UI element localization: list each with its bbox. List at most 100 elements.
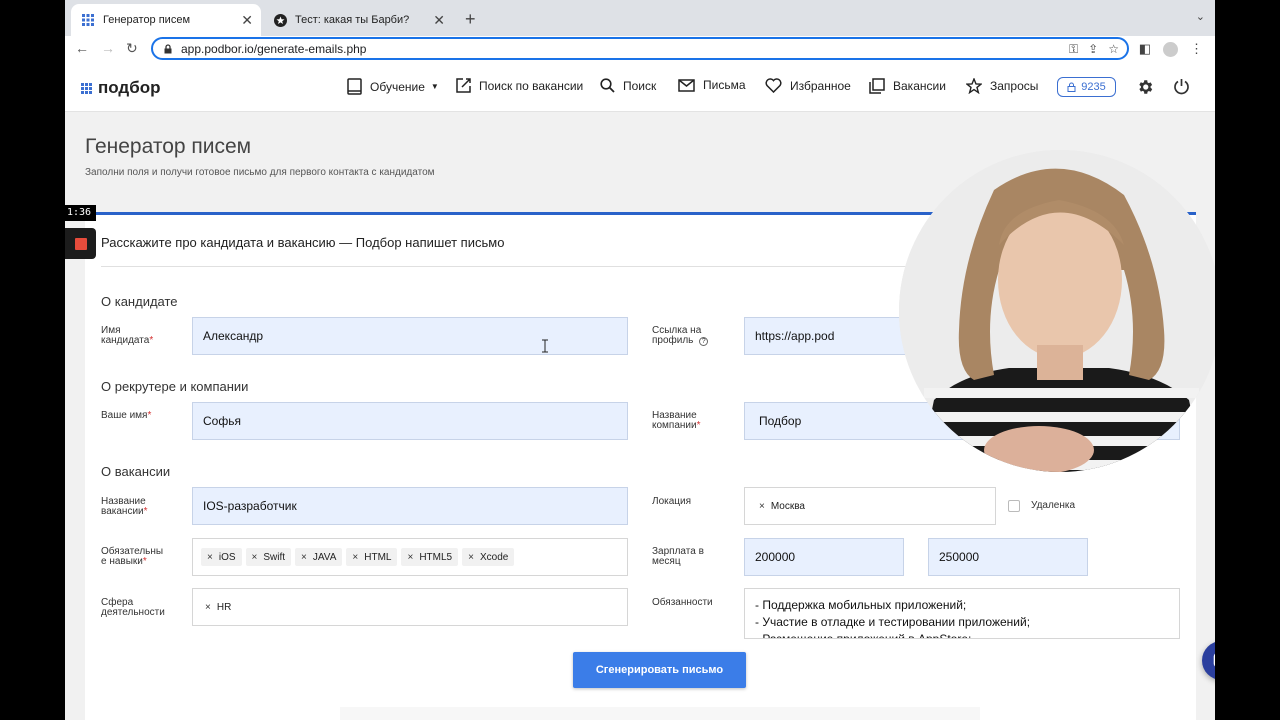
nav-search-by-vacancy[interactable]: Поиск по вакансии bbox=[456, 78, 583, 93]
skills-label: Обязательны е навыки* bbox=[101, 546, 164, 567]
logo-grid-icon bbox=[81, 82, 92, 94]
copy-icon bbox=[869, 78, 885, 94]
candidate-name-input[interactable]: Александр bbox=[192, 317, 628, 355]
logo-text: подбор bbox=[98, 78, 161, 97]
chat-icon bbox=[1213, 652, 1215, 667]
webcam-overlay bbox=[899, 150, 1215, 472]
back-icon[interactable]: ← bbox=[75, 40, 89, 56]
section-recruiter: О рекрутере и компании bbox=[101, 379, 249, 394]
external-edit-icon bbox=[456, 78, 471, 93]
candidate-name-label: Имя кандидата* bbox=[101, 325, 154, 346]
skill-tag[interactable]: × iOS bbox=[201, 548, 242, 566]
stop-recording-button[interactable] bbox=[65, 228, 96, 259]
nav-requests[interactable]: Запросы bbox=[966, 78, 1038, 94]
nav-label: Обучение bbox=[370, 79, 425, 94]
remove-tag-icon[interactable]: × bbox=[468, 552, 474, 563]
remote-checkbox[interactable] bbox=[1008, 500, 1020, 512]
credits-badge[interactable]: 9235 bbox=[1057, 77, 1116, 97]
generate-email-button[interactable]: Сгенерировать письмо bbox=[573, 652, 746, 688]
profile-link-label: Ссылка на профиль ? bbox=[652, 326, 732, 346]
tab-title: Генератор писем bbox=[103, 14, 191, 26]
card-title: Расскажите про кандидата и вакансию — По… bbox=[101, 235, 505, 250]
remove-tag-icon[interactable]: × bbox=[301, 552, 307, 563]
share-icon[interactable]: ⇪ bbox=[1088, 42, 1098, 57]
remove-tag-icon[interactable]: × bbox=[252, 552, 258, 563]
close-tab-icon[interactable]: ✕ bbox=[433, 12, 445, 29]
reload-icon[interactable]: ↻ bbox=[126, 40, 138, 57]
key-icon[interactable]: ⚿ bbox=[1069, 42, 1078, 57]
location-tag[interactable]: × Москва bbox=[755, 497, 811, 515]
recording-timer: 1:36 bbox=[0, 205, 96, 221]
tab-search-chevron-icon[interactable]: ⌄ bbox=[1196, 10, 1205, 23]
skill-tag[interactable]: × JAVA bbox=[295, 548, 343, 566]
skill-tag[interactable]: × HTML bbox=[346, 548, 398, 566]
remove-tag-icon[interactable]: × bbox=[205, 602, 211, 613]
site-header: подбор Обучение ▼ Поиск по вакансии Поис… bbox=[65, 62, 1215, 112]
salary-from-input[interactable]: 200000 bbox=[744, 538, 904, 576]
section-vacancy: О вакансии bbox=[101, 464, 171, 479]
salary-label: Зарплата в месяц bbox=[652, 546, 704, 567]
remove-tag-icon[interactable]: × bbox=[352, 552, 358, 563]
your-name-input[interactable]: Софья bbox=[192, 402, 628, 440]
star-badge-favicon-icon bbox=[273, 13, 287, 27]
remove-tag-icon[interactable]: × bbox=[207, 552, 213, 563]
tab-barbie-test[interactable]: Тест: какая ты Барби? ✕ bbox=[263, 4, 453, 36]
nav-label: Вакансии bbox=[893, 79, 946, 93]
nav-favorites[interactable]: Избранное bbox=[765, 78, 851, 93]
salary-to-input[interactable]: 250000 bbox=[928, 538, 1088, 576]
skills-select[interactable]: × iOS × Swift × JAVA × HTML × HTML5 × Xcode bbox=[192, 538, 628, 576]
lock-icon bbox=[164, 43, 172, 53]
nav-label: Поиск bbox=[623, 78, 657, 93]
nav-label: Запросы bbox=[990, 79, 1039, 93]
text-cursor-icon bbox=[542, 339, 548, 353]
tab-generator[interactable]: Генератор писем ✕ bbox=[71, 4, 261, 36]
nav-letters[interactable]: Письма bbox=[678, 78, 746, 92]
duties-label: Обязанности bbox=[652, 597, 713, 608]
duties-textarea[interactable]: - Поддержка мобильных приложений; - Учас… bbox=[744, 588, 1180, 639]
search-icon bbox=[600, 78, 615, 93]
caret-down-icon: ▼ bbox=[430, 82, 439, 91]
bookmark-star-icon[interactable]: ☆ bbox=[1108, 42, 1119, 57]
skill-tag[interactable]: × HTML5 bbox=[401, 548, 459, 566]
star-icon bbox=[966, 78, 982, 94]
chat-widget-button[interactable] bbox=[1202, 641, 1215, 680]
company-name-label: Название компании* bbox=[652, 410, 701, 431]
forward-icon[interactable]: → bbox=[101, 40, 115, 56]
help-circle-icon[interactable]: ? bbox=[699, 337, 709, 346]
presenter-video-image bbox=[899, 150, 1215, 472]
section-candidate: О кандидате bbox=[101, 294, 178, 309]
sphere-tag[interactable]: × HR bbox=[201, 598, 237, 616]
book-icon bbox=[347, 78, 362, 95]
url-input[interactable]: app.podbor.io/generate-emails.php ⚿ ⇪ ☆ bbox=[151, 37, 1129, 60]
stop-icon bbox=[74, 237, 87, 250]
close-tab-icon[interactable]: ✕ bbox=[241, 12, 253, 29]
skill-tag[interactable]: × Swift bbox=[245, 548, 292, 566]
sphere-label: Сфера деятельности bbox=[101, 597, 165, 618]
remove-tag-icon[interactable]: × bbox=[759, 501, 765, 512]
nav-search[interactable]: Поиск bbox=[600, 78, 656, 93]
nav-label: Поиск по вакансии bbox=[479, 78, 584, 93]
location-select[interactable]: × Москва bbox=[744, 487, 996, 525]
nav-label: Письма bbox=[703, 78, 746, 92]
profile-avatar-icon[interactable] bbox=[1163, 41, 1178, 57]
your-name-label: Ваше имя* bbox=[101, 410, 152, 421]
logo[interactable]: подбор bbox=[81, 78, 161, 98]
gear-icon[interactable] bbox=[1136, 78, 1154, 96]
more-menu-icon[interactable]: ⋮ bbox=[1190, 41, 1203, 57]
result-area bbox=[340, 707, 980, 720]
nav-vacancies[interactable]: Вакансии bbox=[869, 78, 946, 94]
power-icon[interactable] bbox=[1173, 78, 1190, 95]
tab-title: Тест: какая ты Барби? bbox=[295, 14, 410, 26]
podbor-favicon-icon bbox=[81, 13, 95, 27]
remove-tag-icon[interactable]: × bbox=[407, 552, 413, 563]
page-title: Генератор писем bbox=[85, 135, 252, 158]
heart-icon bbox=[765, 78, 782, 93]
new-tab-icon[interactable]: + bbox=[465, 9, 476, 30]
browser-window: Генератор писем ✕ Тест: какая ты Барби? … bbox=[65, 0, 1215, 720]
side-panel-icon[interactable]: ◧ bbox=[1139, 41, 1151, 57]
nav-learning[interactable]: Обучение ▼ bbox=[347, 78, 439, 95]
sphere-select[interactable]: × HR bbox=[192, 588, 628, 626]
skill-tag[interactable]: × Xcode bbox=[462, 548, 515, 566]
vacancy-name-input[interactable]: IOS-разработчик bbox=[192, 487, 628, 525]
remote-label: Удаленка bbox=[1031, 500, 1076, 511]
